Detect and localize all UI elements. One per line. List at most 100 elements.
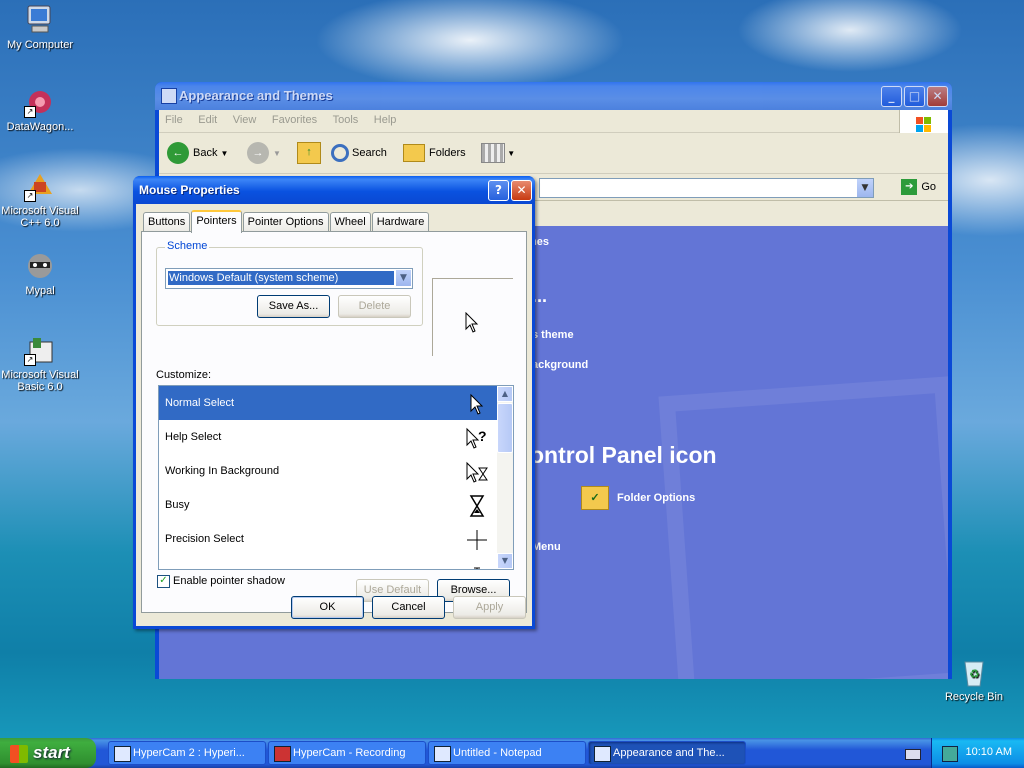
help-cursor-icon: ? <box>466 427 487 449</box>
list-item[interactable]: Normal Select <box>159 386 513 420</box>
taskbar: start HyperCam 2 : Hyperi... HyperCam - … <box>0 738 1024 768</box>
menu-view[interactable]: View <box>227 110 263 126</box>
taskbar-item-notepad[interactable]: Untitled - Notepad <box>428 741 586 765</box>
tab-hardware[interactable]: Hardware <box>371 212 430 231</box>
hypercam-icon <box>114 746 131 762</box>
ok-button[interactable]: OK <box>291 596 364 619</box>
folder-options-item[interactable]: ✓ Folder Options <box>581 486 695 510</box>
standard-toolbar: ← Back ▼ → ▼ ↑ Search Folders ▼ <box>159 133 948 174</box>
visual-cpp-icon: ↗ <box>24 170 56 202</box>
arrow-cursor-icon <box>465 312 479 333</box>
tab-pointer-options[interactable]: Pointer Options <box>242 212 329 231</box>
desktop-icon-my-computer[interactable]: My Computer <box>0 4 80 51</box>
chevron-down-icon[interactable]: ▼ <box>396 270 411 286</box>
enable-shadow-label[interactable]: Enable pointer shadow <box>173 575 285 587</box>
list-item[interactable]: Working In Background <box>159 454 513 488</box>
hourglass-icon <box>469 495 485 517</box>
list-item-partial[interactable] <box>159 556 513 569</box>
start-button[interactable]: start <box>0 738 96 768</box>
control-panel-icon <box>594 746 611 762</box>
back-button[interactable]: ← Back ▼ <box>167 141 228 165</box>
go-button[interactable]: ➔ Go <box>901 178 936 196</box>
keyboard-icon[interactable] <box>905 749 921 760</box>
minimize-button[interactable]: _ <box>881 86 902 107</box>
task-link-theme[interactable]: s theme <box>532 329 574 341</box>
taskbar-item-hypercam-recording[interactable]: HyperCam - Recording <box>268 741 426 765</box>
search-icon <box>331 144 349 163</box>
menu-tools[interactable]: Tools <box>327 110 365 126</box>
network-icon[interactable] <box>942 746 958 762</box>
clock[interactable]: 10:10 AM <box>966 746 1012 758</box>
desktop-icon-label: Mypal <box>25 285 55 297</box>
desktop-icon-label: Microsoft Visual C++ 6.0 <box>1 205 79 229</box>
scroll-up-icon[interactable]: ▲ <box>497 386 513 402</box>
tab-strip: Buttons Pointers Pointer Options Wheel H… <box>143 210 430 233</box>
arrow-cursor-icon <box>470 393 484 415</box>
menu-edit[interactable]: Edit <box>192 110 223 126</box>
recording-icon <box>274 746 291 762</box>
menu-help[interactable]: Help <box>368 110 403 126</box>
delete-button[interactable]: Delete <box>338 295 411 318</box>
forward-button[interactable]: → ▼ <box>247 141 281 165</box>
up-folder-icon: ↑ <box>297 142 321 165</box>
save-as-button[interactable]: Save As... <box>257 295 330 318</box>
windows-flag-icon <box>10 744 28 763</box>
apply-button[interactable]: Apply <box>453 596 526 619</box>
list-item[interactable]: Precision Select <box>159 522 513 556</box>
tab-wheel[interactable]: Wheel <box>329 212 371 231</box>
explorer-title: Appearance and Themes <box>179 88 333 103</box>
raccoon-icon <box>24 250 56 282</box>
views-icon <box>481 143 505 164</box>
search-button[interactable]: Search <box>331 141 387 165</box>
control-panel-icon <box>161 88 177 104</box>
text-select-icon <box>474 567 480 569</box>
dialog-titlebar[interactable]: Mouse Properties ? ✕ <box>133 176 535 204</box>
scroll-thumb[interactable] <box>497 403 513 453</box>
menu-favorites[interactable]: Favorites <box>266 110 323 126</box>
desktop-icon-datawagon[interactable]: ↗ DataWagon... <box>0 86 80 133</box>
pointers-panel: Scheme Windows Default (system scheme) ▼… <box>141 231 527 613</box>
svg-text:?: ? <box>478 428 487 444</box>
folders-button[interactable]: Folders <box>403 141 466 165</box>
desktop-icon-label: DataWagon... <box>6 121 74 133</box>
desktop-icon-visual-basic[interactable]: ↗ Microsoft Visual Basic 6.0 <box>0 334 80 393</box>
desktop-icon-visual-cpp[interactable]: ↗ Microsoft Visual C++ 6.0 <box>0 170 80 229</box>
desktop-icon-mypal[interactable]: Mypal <box>0 250 80 297</box>
go-arrow-icon: ➔ <box>901 179 918 196</box>
address-field[interactable]: ▼ <box>539 178 874 198</box>
shortcut-arrow-icon: ↗ <box>24 190 36 202</box>
shortcut-arrow-icon: ↗ <box>24 106 36 118</box>
dialog-close-button[interactable]: ✕ <box>511 180 532 201</box>
close-button[interactable]: ✕ <box>927 86 948 107</box>
scheme-select-value: Windows Default (system scheme) <box>168 271 394 285</box>
up-folder-button[interactable]: ↑ <box>297 141 321 165</box>
views-button[interactable]: ▼ <box>481 141 515 165</box>
menu-link-fragment[interactable]: Menu <box>532 541 561 553</box>
working-cursor-icon <box>466 461 488 483</box>
svg-text:♻: ♻ <box>969 667 980 681</box>
folder-icon <box>403 144 425 163</box>
maximize-button[interactable]: □ <box>904 86 925 107</box>
tab-buttons[interactable]: Buttons <box>143 212 191 231</box>
shortcut-arrow-icon: ↗ <box>24 354 36 366</box>
scroll-down-icon[interactable]: ▼ <box>497 553 513 569</box>
help-button[interactable]: ? <box>488 180 509 201</box>
list-item[interactable]: Help Select ? <box>159 420 513 454</box>
chevron-down-icon[interactable]: ▼ <box>857 179 873 197</box>
tab-pointers[interactable]: Pointers <box>191 210 242 233</box>
list-scrollbar[interactable]: ▲ ▼ <box>497 386 513 569</box>
cancel-button[interactable]: Cancel <box>372 596 445 619</box>
recycle-bin-icon: ♻ <box>958 656 990 688</box>
taskbar-item-hypercam[interactable]: HyperCam 2 : Hyperi... <box>108 741 266 765</box>
scheme-select[interactable]: Windows Default (system scheme) ▼ <box>165 268 413 289</box>
mouse-properties-dialog: Mouse Properties ? ✕ Buttons Pointers Po… <box>133 176 535 629</box>
customize-label: Customize: <box>156 369 212 381</box>
enable-shadow-checkbox[interactable]: ✓ <box>157 575 170 588</box>
computer-icon <box>24 4 56 36</box>
pointer-list[interactable]: Normal Select Help Select ? Working In B… <box>158 385 514 570</box>
list-item[interactable]: Busy <box>159 488 513 522</box>
task-link-background[interactable]: ackground <box>532 359 588 371</box>
explorer-titlebar[interactable]: Appearance and Themes _ □ ✕ <box>155 82 952 110</box>
menu-file[interactable]: File <box>159 110 189 126</box>
taskbar-item-appearance[interactable]: Appearance and The... <box>588 741 746 765</box>
